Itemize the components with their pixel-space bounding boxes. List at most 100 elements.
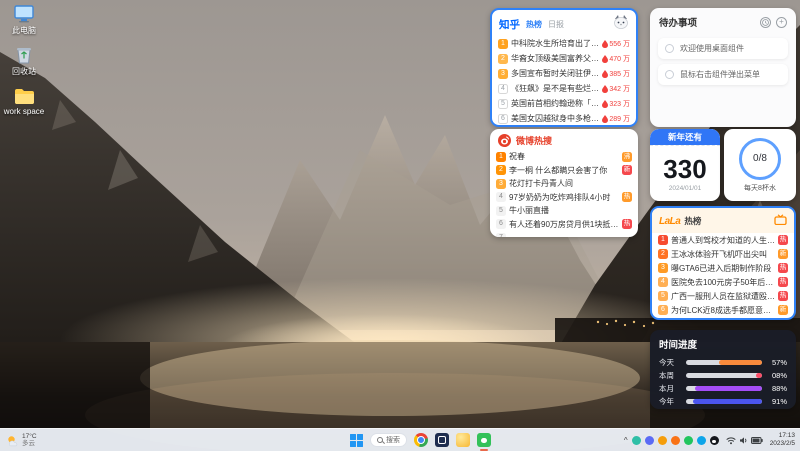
tray-app-icon[interactable]	[684, 436, 693, 445]
zhihu-logo[interactable]: 知乎	[499, 17, 520, 32]
list-item[interactable]: 2王冰冰体验开飞机吓出尖叫新	[652, 247, 794, 261]
list-item[interactable]: 1中科院水生所培育出了无刺鲫鱼，80…556 万	[492, 36, 636, 51]
search-label: 搜索	[386, 435, 400, 445]
tv-icon[interactable]	[774, 212, 787, 230]
list-item[interactable]: 6有人还着90万房贷月供1块抵个税热	[490, 218, 638, 232]
progress-track	[686, 360, 762, 365]
topic-title: ……	[509, 233, 632, 237]
desktop-icon-recycle-bin[interactable]: 回收站	[2, 44, 46, 77]
hot-badge: 新	[778, 249, 788, 259]
rank-badge: 2	[498, 54, 508, 64]
topic-title: 祝春	[509, 151, 619, 162]
tray-app-icon[interactable]	[632, 436, 641, 445]
tray-app-icon[interactable]	[658, 436, 667, 445]
tray-app-icon[interactable]	[671, 436, 680, 445]
history-clock-button[interactable]	[760, 17, 771, 28]
weibo-hotsearch-widget: 微博热搜 1祝春沸 2李一桐 什么都瞒只会害了你新 3花灯打卡丹青人间 497岁…	[490, 129, 638, 237]
checkbox[interactable]	[665, 44, 674, 53]
topic-title: 为何LCK近8成选手都愿意来LPL	[671, 305, 775, 316]
progress-fill	[695, 386, 762, 391]
tray-app-icon[interactable]	[645, 436, 654, 445]
todo-item[interactable]: 欢迎使用桌面组件	[658, 38, 788, 59]
hot-badge: 热	[622, 219, 632, 229]
water-progress-ring: 0/8	[739, 138, 781, 180]
add-todo-button[interactable]: +	[776, 17, 787, 28]
list-item[interactable]: 4《狂飙》是不是有些烂尾了？342 万	[492, 81, 636, 96]
water-label: 每天8杯水	[744, 183, 776, 193]
desktop-icon-label: work space	[4, 107, 44, 116]
flame-icon	[602, 85, 608, 93]
hot-badge: 热	[778, 235, 788, 245]
system-tray: ^ 17:13 2023/2/5	[624, 432, 800, 448]
topic-title: 华裔女顶级美国富养父母赡养她设十…	[511, 53, 599, 64]
list-item[interactable]: 2李一桐 什么都瞒只会害了你新	[490, 164, 638, 178]
list-item[interactable]: 7……256 万	[492, 126, 636, 127]
list-item[interactable]: 1普通人到驾校才知道的人生真谛热	[652, 233, 794, 247]
progress-row: 今年 91%	[659, 395, 787, 408]
chrome-icon[interactable]	[414, 433, 428, 447]
list-item[interactable]: 3曝GTA6已进入后期制作阶段热	[652, 261, 794, 275]
checkbox[interactable]	[665, 70, 674, 79]
weibo-header: 微博热搜	[490, 129, 638, 150]
todo-item-text: 欢迎使用桌面组件	[680, 43, 744, 54]
progress-label: 本周	[659, 370, 681, 381]
app-icon-yellow[interactable]	[456, 433, 470, 447]
list-item[interactable]: 7……	[652, 317, 794, 320]
water-tracker-widget[interactable]: 0/8 每天8杯水	[724, 129, 796, 201]
weather-widget-button[interactable]: 17°C 多云	[0, 433, 43, 448]
start-button[interactable]	[350, 434, 363, 447]
progress-label: 本月	[659, 383, 681, 394]
list-item[interactable]: 2华裔女顶级美国富养父母赡养她设十…470 万	[492, 51, 636, 66]
wechat-app-icon[interactable]	[477, 433, 491, 447]
topic-title: 97岁奶奶为吃炸鸡排队4小时	[509, 192, 619, 203]
list-item[interactable]: 3花灯打卡丹青人间	[490, 177, 638, 191]
topic-title: 普通人到驾校才知道的人生真谛	[671, 235, 775, 246]
progress-percent: 88%	[767, 384, 787, 393]
progress-row: 本周 08%	[659, 369, 787, 382]
search-input[interactable]: 搜索	[370, 433, 407, 447]
topic-title: ……	[671, 320, 788, 321]
list-item[interactable]: 5牛小丽直播	[490, 204, 638, 218]
qq-penguin-tray-icon[interactable]	[710, 436, 719, 445]
heat-count: 289 万	[609, 114, 630, 124]
rank-badge: 6	[498, 114, 508, 124]
tray-chevron-up-icon[interactable]: ^	[624, 436, 628, 445]
weibo-logo-icon[interactable]	[498, 134, 511, 147]
taskbar: 17°C 多云 搜索 ^	[0, 428, 800, 451]
tray-app-icon[interactable]	[697, 436, 706, 445]
newyear-countdown-widget[interactable]: 新年还有 330 2024/01/01	[650, 129, 720, 201]
progress-row: 本月 88%	[659, 382, 787, 395]
list-item[interactable]: 5英国前首相约翰逊称「坦克派遣已…」323 万	[492, 96, 636, 111]
list-item[interactable]: 497岁奶奶为吃炸鸡排队4小时热	[490, 191, 638, 205]
heat-count: 385 万	[609, 69, 630, 79]
rank-badge: 3	[496, 179, 506, 189]
flame-icon	[602, 40, 608, 48]
list-item[interactable]: 6美国女囚越狱身中多枪死于狱门口，警… 289 万	[492, 111, 636, 126]
list-item[interactable]: 4医院免去100元房子50年后送10万热	[652, 275, 794, 289]
taskbar-clock[interactable]: 17:13 2023/2/5	[770, 432, 795, 448]
progress-fill	[756, 373, 762, 378]
topic-title: 花灯打卡丹青人间	[509, 178, 632, 189]
progress-fill	[693, 399, 762, 404]
taskbar-center: 搜索	[350, 433, 491, 447]
topic-title: 美国女囚越狱身中多枪死于狱门口，警…	[511, 113, 599, 124]
todo-item[interactable]: 鼠标右击组件弹出菜单	[658, 64, 788, 85]
zhihu-mascot-icon	[613, 14, 629, 34]
rank-badge: 7	[658, 319, 668, 320]
system-status-icons[interactable]	[726, 436, 763, 445]
hot-badge: 热	[622, 192, 632, 202]
list-item[interactable]: 3多国宣布暂时关闭驻伊斯坦布尔领事…385 万	[492, 66, 636, 81]
tab-hot[interactable]: 热榜	[526, 19, 542, 30]
list-item[interactable]: 5广西一服刑人员在监狱遭殴打致死热	[652, 289, 794, 303]
rank-badge: 1	[658, 235, 668, 245]
list-item[interactable]: 1祝春沸	[490, 150, 638, 164]
list-item[interactable]: 6为何LCK近8成选手都愿意来LPL新	[652, 303, 794, 317]
lala-title: 热榜	[684, 215, 701, 227]
tab-daily[interactable]: 日报	[548, 19, 564, 30]
rank-badge: 5	[498, 99, 508, 109]
desktop-icon-this-pc[interactable]: 此电脑	[2, 3, 46, 36]
file-explorer-app-icon[interactable]	[435, 433, 449, 447]
list-item[interactable]: 7……	[490, 231, 638, 237]
countdown-date: 2024/01/01	[669, 185, 702, 192]
desktop-icon-workspace-folder[interactable]: work space	[2, 85, 46, 116]
